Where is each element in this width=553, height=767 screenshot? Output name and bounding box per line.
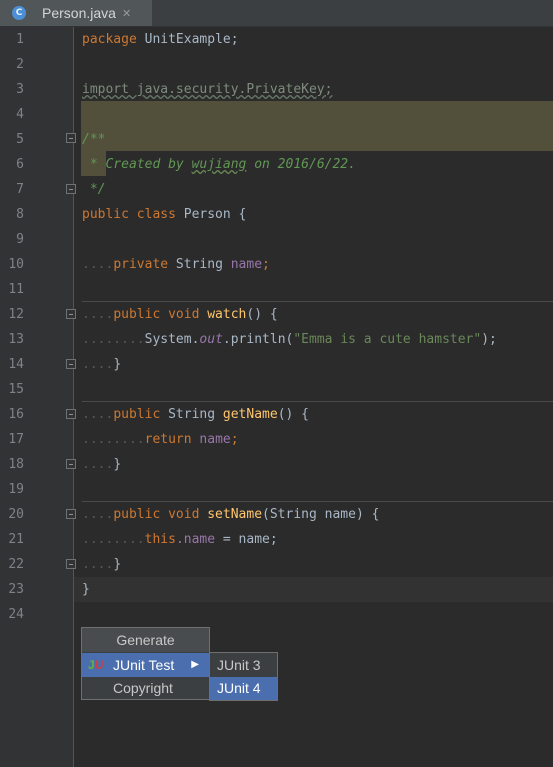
line-number: 4: [16, 107, 24, 122]
menu-item-copyright[interactable]: Copyright: [82, 676, 209, 700]
code-line: * Created by wujiang on 2016/6/22.: [82, 157, 356, 172]
code-line: ....public void setName(String name) {: [82, 507, 380, 522]
code-line: ....}: [82, 457, 122, 472]
code-line: ....public String getName() {: [82, 407, 310, 422]
close-icon[interactable]: ✕: [122, 7, 131, 20]
fold-toggle-icon[interactable]: [66, 359, 76, 369]
java-class-icon: C: [12, 6, 26, 20]
line-number: 11: [8, 282, 24, 297]
code-line: ........return name;: [82, 432, 239, 447]
line-number: 1: [16, 32, 24, 47]
fold-toggle-icon[interactable]: [66, 184, 76, 194]
code-line: ....}: [82, 357, 122, 372]
code-line: */: [82, 182, 106, 197]
fold-toggle-icon[interactable]: [66, 459, 76, 469]
junit-submenu: JUnit 3 JUnit 4: [209, 652, 278, 701]
code-line: ....}: [82, 557, 122, 572]
submenu-item-junit-3[interactable]: JUnit 3: [210, 654, 277, 677]
line-number: 6: [16, 157, 24, 172]
generate-menu: Generate JU JUnit Test ▶ Copyright: [81, 627, 210, 700]
line-number: 5: [16, 132, 24, 147]
fold-toggle-icon[interactable]: [66, 133, 76, 143]
code-line: import java.security.PrivateKey;: [82, 82, 333, 97]
line-number: 18: [8, 457, 24, 472]
line-number: 23: [8, 582, 24, 597]
line-number: 7: [16, 182, 24, 197]
submenu-item-junit-4[interactable]: JUnit 4: [210, 677, 277, 700]
line-number: 22: [8, 557, 24, 572]
line-number: 3: [16, 82, 24, 97]
generate-menu-title: Generate: [82, 628, 209, 652]
submenu-arrow-icon: ▶: [191, 659, 199, 670]
line-number: 16: [8, 407, 24, 422]
code-line: ........this.name = name;: [82, 532, 278, 547]
line-number: 2: [16, 57, 24, 72]
fold-toggle-icon[interactable]: [66, 409, 76, 419]
menu-item-junit-test[interactable]: JU JUnit Test ▶: [82, 653, 209, 677]
junit-icon: JU: [88, 658, 104, 672]
line-number: 15: [8, 382, 24, 397]
code-line: ....public void watch() {: [82, 307, 278, 322]
line-number: 13: [8, 332, 24, 347]
line-number: 10: [8, 257, 24, 272]
line-number: 19: [8, 482, 24, 497]
code-line: ........System.out.println("Emma is a cu…: [82, 332, 497, 347]
code-line: public class Person {: [82, 207, 247, 222]
line-number: 20: [8, 507, 24, 522]
line-number: 12: [8, 307, 24, 322]
line-number: 17: [8, 432, 24, 447]
tab-label: Person.java: [42, 5, 116, 21]
code-line: /**: [82, 132, 106, 147]
line-number: 14: [8, 357, 24, 372]
tab-person-java[interactable]: C Person.java ✕: [0, 0, 152, 26]
menu-item-label: JUnit Test: [113, 657, 175, 673]
code-line: package UnitExample;: [82, 32, 239, 47]
fold-toggle-icon[interactable]: [66, 559, 76, 569]
editor-tab-bar: C Person.java ✕: [0, 0, 553, 27]
menu-item-label: Copyright: [113, 680, 173, 696]
code-line: }: [82, 582, 90, 597]
line-number: 9: [16, 232, 24, 247]
fold-toggle-icon[interactable]: [66, 509, 76, 519]
fold-toggle-icon[interactable]: [66, 309, 76, 319]
line-number: 24: [8, 607, 24, 622]
line-number: 8: [16, 207, 24, 222]
line-number: 21: [8, 532, 24, 547]
code-line: ....private String name;: [82, 257, 270, 272]
